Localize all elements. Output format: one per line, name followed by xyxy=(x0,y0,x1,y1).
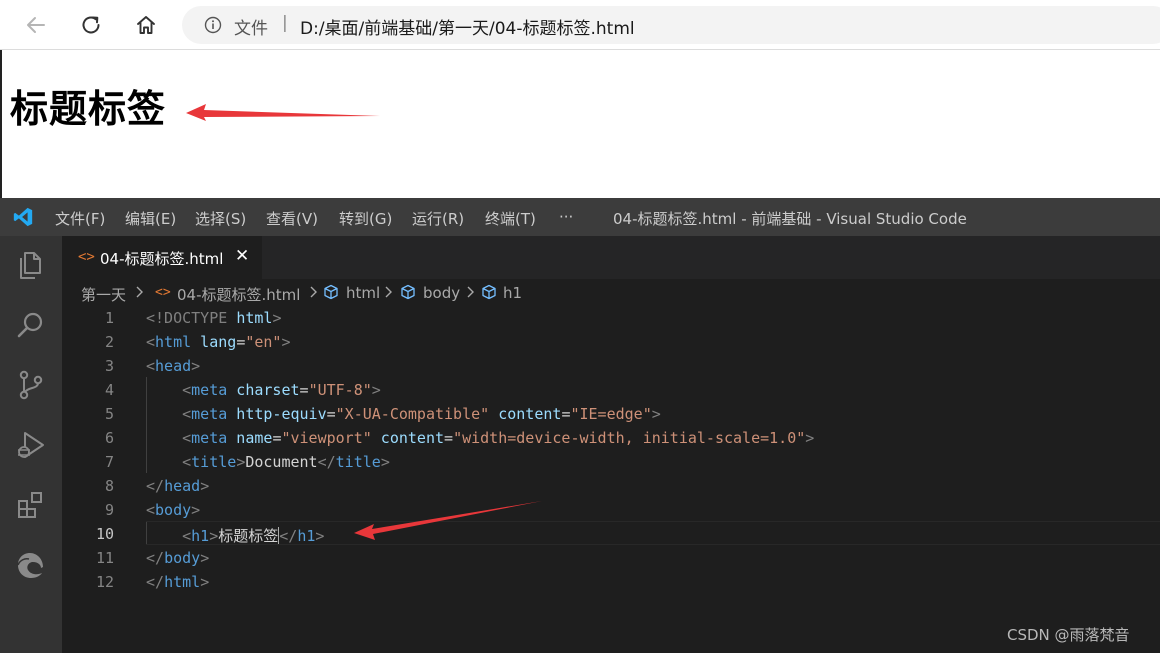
line-number: 3 xyxy=(104,357,114,375)
code-line: 12 </html> xyxy=(62,569,1160,593)
element-cube-icon xyxy=(401,284,415,300)
line-number: 11 xyxy=(95,549,114,567)
info-icon[interactable] xyxy=(204,16,222,34)
breadcrumb-html[interactable]: html xyxy=(346,284,380,302)
run-debug-icon[interactable] xyxy=(14,428,48,462)
html-file-icon: <> xyxy=(78,249,95,265)
code-line: 9 <body> xyxy=(62,497,1160,521)
element-cube-icon xyxy=(324,284,338,300)
code-line: 5 <meta http-equiv="X-UA-Compatible" con… xyxy=(62,401,1160,425)
address-url[interactable]: D:/桌面/前端基础/第一天/04-标题标签.html xyxy=(300,14,635,39)
file-protocol-label: 文件 xyxy=(234,19,268,39)
line-number: 2 xyxy=(104,333,114,351)
breadcrumb: 第一天 <> 04-标题标签.html html body h1 xyxy=(62,279,1160,305)
browser-toolbar: 文件 | D:/桌面/前端基础/第一天/04-标题标签.html xyxy=(0,0,1160,50)
menu-run[interactable]: 运行(R) xyxy=(412,208,464,229)
editor-tab-bar: <> 04-标题标签.html ✕ xyxy=(62,236,1160,279)
line-number: 1 xyxy=(104,309,114,327)
menu-edit[interactable]: 编辑(E) xyxy=(125,208,176,229)
chevron-right-icon xyxy=(310,286,317,298)
line-number: 9 xyxy=(104,501,114,519)
menu-terminal[interactable]: 终端(T) xyxy=(485,208,536,229)
explorer-icon[interactable] xyxy=(14,248,48,282)
source-control-icon[interactable] xyxy=(14,368,48,402)
home-icon xyxy=(137,16,155,34)
address-bar[interactable]: 文件 | D:/桌面/前端基础/第一天/04-标题标签.html xyxy=(182,6,1160,44)
close-icon[interactable]: ✕ xyxy=(235,246,249,266)
vscode-logo-icon xyxy=(13,207,33,227)
tab-04-html[interactable]: <> 04-标题标签.html ✕ xyxy=(62,236,262,279)
line-number: 6 xyxy=(104,429,114,447)
back-arrow-icon xyxy=(27,17,45,33)
chevron-right-icon xyxy=(136,286,143,298)
watermark: CSDN @雨落梵音 xyxy=(1007,626,1130,644)
breadcrumb-folder[interactable]: 第一天 xyxy=(81,284,126,305)
line-number: 7 xyxy=(104,453,114,471)
tab-label: 04-标题标签.html xyxy=(100,250,224,268)
code-line: 8 </head> xyxy=(62,473,1160,497)
home-button[interactable] xyxy=(132,11,160,39)
menu-view[interactable]: 查看(V) xyxy=(266,208,318,229)
title-bar: 文件(F) 编辑(E) 选择(S) 查看(V) 转到(G) 运行(R) 终端(T… xyxy=(0,198,1160,236)
menu-file[interactable]: 文件(F) xyxy=(55,208,105,229)
annotation-arrow-icon xyxy=(186,104,380,121)
address-separator: | xyxy=(282,13,288,33)
code-line-active: 10 <h1>标题标签</h1> xyxy=(62,521,1160,545)
edge-browser-icon[interactable] xyxy=(14,548,48,582)
breadcrumb-file[interactable]: 04-标题标签.html xyxy=(177,284,300,305)
browser-window: 文件 | D:/桌面/前端基础/第一天/04-标题标签.html 标题标签 xyxy=(0,0,1160,198)
breadcrumb-h1[interactable]: h1 xyxy=(503,284,522,302)
menu-more[interactable]: ··· xyxy=(559,208,573,226)
chevron-right-icon xyxy=(385,286,392,298)
code-line: 2 <html lang="en"> xyxy=(62,329,1160,353)
line-number: 4 xyxy=(104,381,114,399)
search-icon[interactable] xyxy=(14,308,48,342)
line-number: 5 xyxy=(104,405,114,423)
code-line: 4 <meta charset="UTF-8"> xyxy=(62,377,1160,401)
element-cube-icon xyxy=(482,284,496,300)
code-editor[interactable]: 1 <!DOCTYPE html> 2 <html lang="en"> 3 <… xyxy=(62,305,1160,653)
code-line: 7 <title>Document</title> xyxy=(62,449,1160,473)
annotation-arrow-icon xyxy=(354,501,542,540)
activity-bar xyxy=(0,236,62,653)
html-file-icon: <> xyxy=(155,285,171,300)
page-heading: 标题标签 xyxy=(10,87,167,131)
refresh-icon xyxy=(82,16,100,34)
back-button[interactable] xyxy=(22,11,50,39)
breadcrumb-body[interactable]: body xyxy=(423,284,460,302)
line-number: 12 xyxy=(95,573,114,591)
extensions-icon[interactable] xyxy=(14,488,48,522)
chevron-right-icon xyxy=(467,286,474,298)
code-line: 11 </body> xyxy=(62,545,1160,569)
code-line: 6 <meta name="viewport" content="width=d… xyxy=(62,425,1160,449)
refresh-button[interactable] xyxy=(77,11,105,39)
code-line: 3 <head> xyxy=(62,353,1160,377)
menu-go[interactable]: 转到(G) xyxy=(339,208,392,229)
code-line: 1 <!DOCTYPE html> xyxy=(62,305,1160,329)
line-number-active: 10 xyxy=(95,525,114,543)
window-edge xyxy=(0,50,2,198)
window-title: 04-标题标签.html - 前端基础 - Visual Studio Code xyxy=(613,210,967,228)
menu-selection[interactable]: 选择(S) xyxy=(195,208,246,229)
vscode-window: 文件(F) 编辑(E) 选择(S) 查看(V) 转到(G) 运行(R) 终端(T… xyxy=(0,198,1160,653)
line-number: 8 xyxy=(104,477,114,495)
